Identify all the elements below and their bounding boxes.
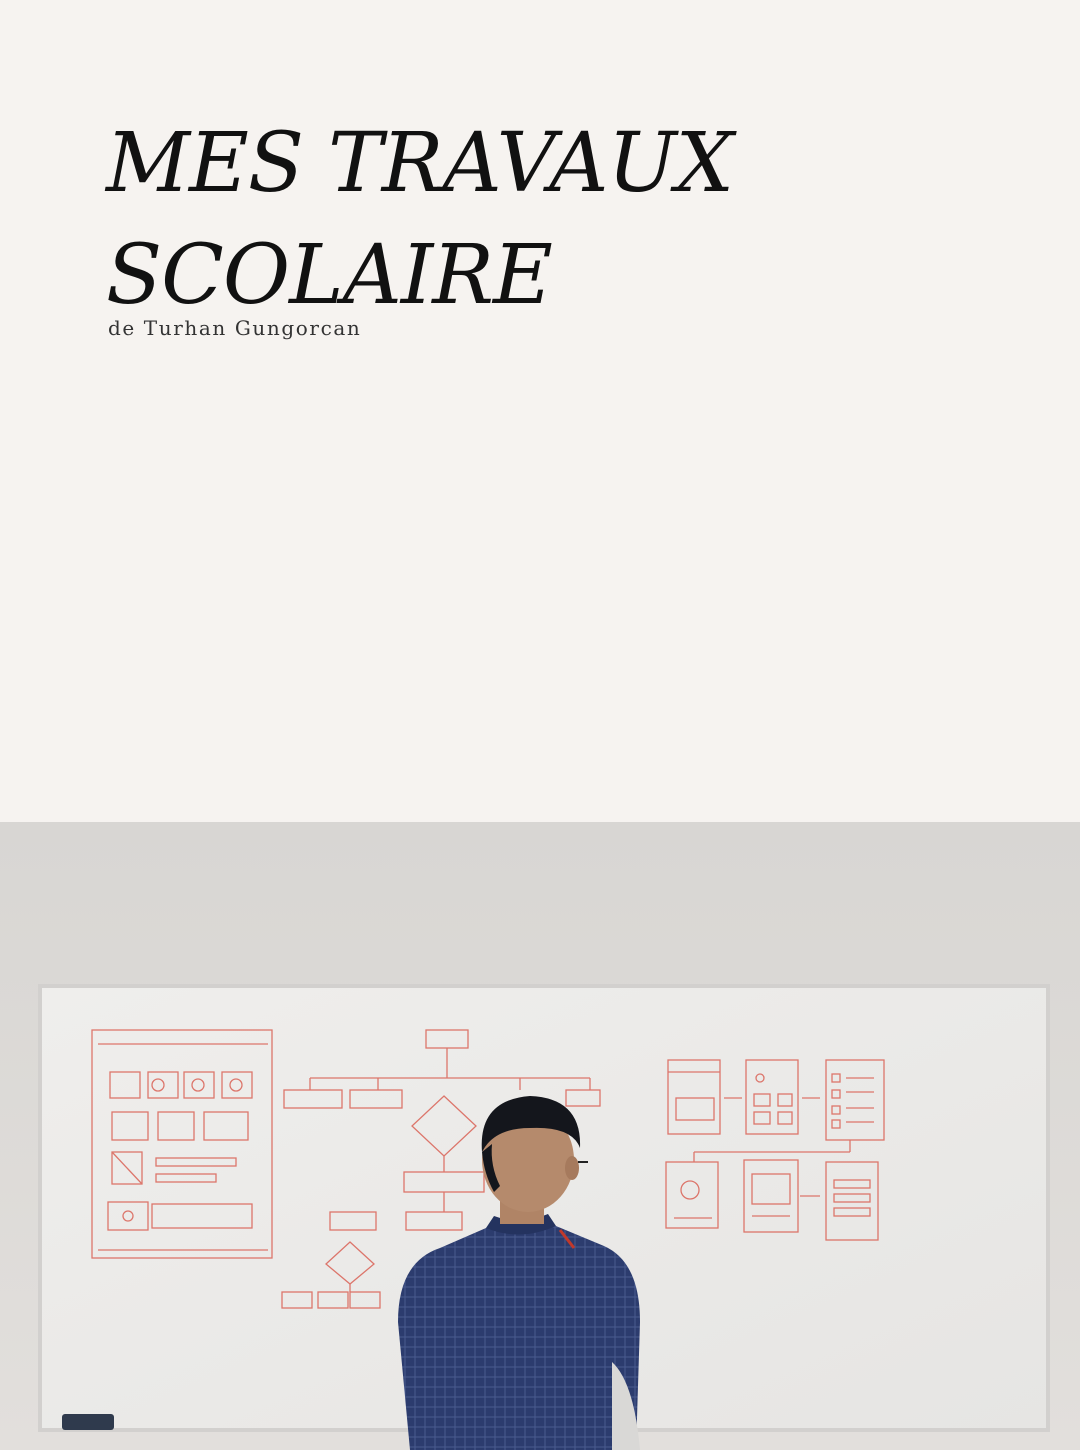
author-subtitle: de Turhan Gungorcan <box>108 316 362 340</box>
cover-top-section: MES TRAVAUX SCOLAIRE de Turhan Gungorcan <box>0 0 1080 822</box>
whiteboard-photo <box>0 822 1080 1450</box>
eraser <box>62 1414 114 1430</box>
page-title: MES TRAVAUX SCOLAIRE <box>106 108 734 332</box>
title-line-1: MES TRAVAUX <box>106 116 734 211</box>
